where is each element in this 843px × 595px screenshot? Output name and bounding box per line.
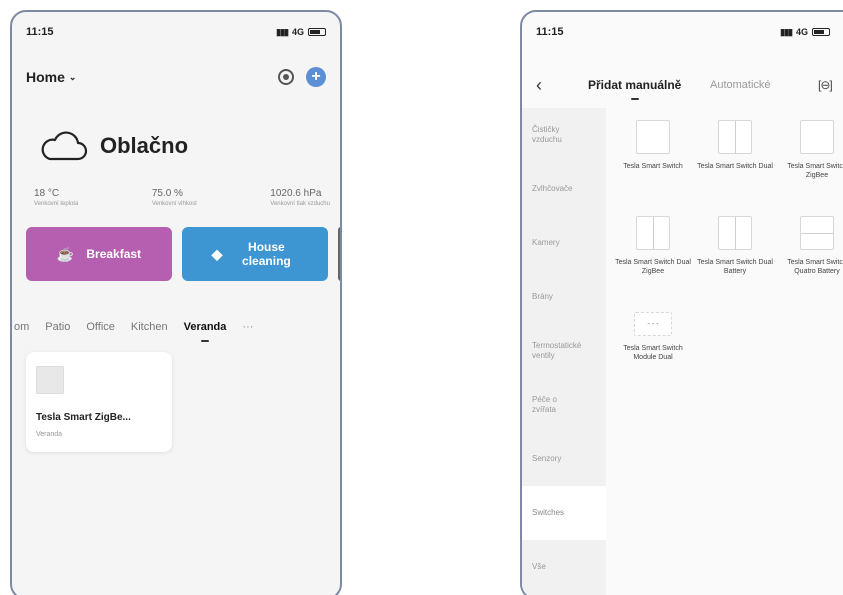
switch-quad-icon [800, 216, 834, 250]
switch-thumbnail [36, 366, 64, 394]
battery-icon [812, 28, 830, 36]
tab-kitchen[interactable]: Kitchen [131, 321, 168, 333]
device-tile-switch-module-dual[interactable]: - - - Tesla Smart Switch Module Dual [612, 312, 694, 408]
sidebar-item-switches[interactable]: Switches [522, 486, 606, 540]
sidebar-item-gateways[interactable]: Brány [522, 270, 606, 324]
add-device-screen: 11:15 ▮▮▮ 4G ‹ Přidat manuálně Automatic… [520, 10, 843, 595]
add-device-icon[interactable]: + [306, 67, 326, 87]
weather-condition: Oblačno [100, 133, 189, 158]
device-tile-switch-dual[interactable]: Tesla Smart Switch Dual [694, 120, 776, 216]
status-bar: 11:15 ▮▮▮ 4G [522, 12, 843, 52]
back-icon[interactable]: ‹ [536, 72, 542, 98]
device-card[interactable]: Tesla Smart ZigBe... Veranda [26, 352, 172, 452]
tab-automatic[interactable]: Automatické [710, 79, 771, 91]
device-tile-switch[interactable]: Tesla Smart Switch [612, 120, 694, 216]
home-title: Home [26, 69, 65, 85]
status-time: 11:15 [536, 26, 564, 38]
sidebar-item-humidifiers[interactable]: Zvlhčovače [522, 162, 606, 216]
signal-icon: ▮▮▮ [780, 26, 793, 37]
scene-house-cleaning-button[interactable]: ◆ House cleaning [182, 227, 328, 281]
sidebar-item-all[interactable]: Vše [522, 540, 606, 594]
sidebar-item-cameras[interactable]: Kamery [522, 216, 606, 270]
device-tile-switch-quatro-battery[interactable]: Tesla Smart Switch Quatro Battery [776, 216, 843, 312]
scan-icon[interactable]: [⊖] [818, 78, 833, 92]
device-tile-switch-dual-zigbee[interactable]: Tesla Smart Switch Dual ZigBee [612, 216, 694, 312]
tab-patio[interactable]: Patio [45, 321, 70, 333]
switch-dual-icon [636, 216, 670, 250]
home-screen: 11:15 ▮▮▮ 4G Home ⌄ + Oblačno 18 °C Venk… [10, 10, 342, 595]
weather-stats: 18 °C Venkovní teplota 75.0 % Venkovní v… [34, 188, 330, 207]
scene-breakfast-button[interactable]: ☕ Breakfast [26, 227, 172, 281]
tab-office[interactable]: Office [86, 321, 115, 333]
home-header: Home ⌄ + [26, 64, 326, 90]
nav-bar: ‹ Přidat manuálně Automatické [⊖] [522, 72, 843, 100]
category-sidebar: Čističky vzduchu Zvlhčovače Kamery Brány… [522, 108, 606, 595]
device-room: Veranda [36, 431, 63, 438]
battery-icon [308, 28, 326, 36]
tag-icon: ◆ [211, 245, 223, 262]
coffee-icon: ☕ [56, 245, 75, 262]
status-bar: 11:15 ▮▮▮ 4G [12, 12, 340, 52]
stat-humidity: 75.0 % Venkovní vlhkost [151, 188, 197, 207]
weather-widget[interactable]: Oblačno [38, 130, 188, 162]
tab-room-partial[interactable]: om [14, 321, 29, 333]
status-time: 11:15 [26, 26, 54, 38]
sidebar-item-thermostatic-valves[interactable]: Termostatické ventily [522, 324, 592, 378]
sidebar-item-pet-care[interactable]: Péče o zvířata [522, 378, 576, 432]
stat-temperature: 18 °C Venkovní teplota [34, 188, 79, 207]
tab-veranda[interactable]: Veranda [184, 321, 226, 342]
camera-icon[interactable] [278, 69, 294, 85]
device-name: Tesla Smart ZigBe... [36, 412, 131, 423]
more-icon[interactable]: ··· [242, 321, 253, 333]
room-tabs: om Patio Office Kitchen Veranda ··· [12, 312, 340, 342]
signal-icon: ▮▮▮ [276, 26, 289, 37]
sidebar-item-sensors[interactable]: Senzory [522, 432, 606, 486]
home-selector[interactable]: Home ⌄ [26, 69, 76, 85]
chevron-down-icon: ⌄ [68, 71, 77, 82]
device-tile-switch-dual-battery[interactable]: Tesla Smart Switch Dual Battery [694, 216, 776, 312]
sidebar-item-air-purifiers[interactable]: Čističky vzduchu [522, 108, 582, 162]
switch-single-icon [636, 120, 670, 154]
network-label: 4G [291, 27, 304, 37]
switch-dual-icon [718, 216, 752, 250]
cloud-icon [41, 131, 88, 161]
switch-module-icon: - - - [634, 312, 672, 336]
switch-single-icon [800, 120, 834, 154]
scene-row: ☕ Breakfast ◆ House cleaning [26, 227, 340, 281]
device-grid: Tesla Smart Switch Tesla Smart Switch Du… [612, 120, 843, 408]
stat-pressure: 1020.6 hPa Venkovní tlak vzduchu [270, 188, 330, 207]
tab-manual[interactable]: Přidat manuálně [588, 78, 681, 100]
scene-next-card[interactable] [338, 227, 340, 281]
switch-dual-icon [718, 120, 752, 154]
device-tile-switch-zigbee[interactable]: Tesla Smart Switch ZigBee [776, 120, 843, 216]
network-label: 4G [795, 27, 808, 37]
